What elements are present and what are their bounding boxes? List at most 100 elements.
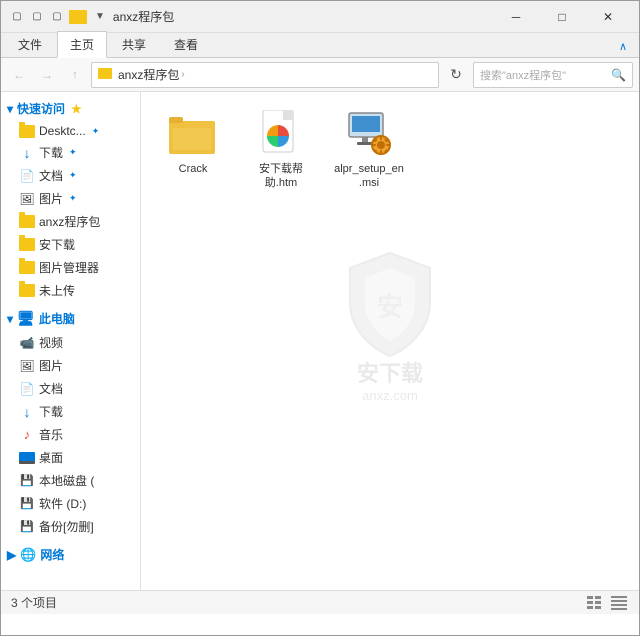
sidebar-item-label: 备份[勿删] [39, 518, 94, 535]
sidebar-item-label: 桌面 [39, 449, 63, 466]
imgmgr-folder-icon [19, 261, 35, 275]
pin-icon: ✦ [69, 147, 77, 158]
refresh-button[interactable]: ↻ [443, 62, 469, 88]
sidebar-item-imgmgr[interactable]: 图片管理器 [1, 256, 140, 279]
tab-file[interactable]: 文件 [5, 31, 55, 57]
sidebar-item-pics2[interactable]: 🖼 图片 [1, 354, 140, 377]
sidebar-item-video[interactable]: 📹 视频 [1, 331, 140, 354]
ribbon-collapse[interactable]: ∧ [611, 36, 635, 57]
sidebar-item-download1[interactable]: ↓ 下载 ✦ [1, 141, 140, 164]
address-bar[interactable]: anxz程序包 › [91, 62, 439, 88]
network-arrow: ▶ [7, 548, 16, 562]
item-count: 3 个项目 [11, 594, 57, 611]
status-bar: 3 个项目 [1, 590, 639, 614]
sidebar-item-docs2[interactable]: 📄 文档 [1, 377, 140, 400]
system-icon-1: ▢ [9, 9, 25, 25]
title-bar: ▢ ▢ ▢ ▼ anxz程序包 ─ □ ✕ [1, 1, 639, 33]
sidebar-item-label: anxz程序包 [39, 213, 100, 230]
file-area: 安 安下载 anxz.com Crack [141, 92, 639, 590]
sidebar-section-network[interactable]: ▶ 🌐 网络 [1, 542, 140, 567]
network-icon: 🌐 [20, 547, 36, 563]
file-item-crack[interactable]: Crack [153, 104, 233, 197]
sidebar-item-label: 视频 [39, 334, 63, 351]
title-dropdown-arrow: ▼ [95, 11, 105, 22]
sidebar-item-label: 文档 [39, 167, 63, 184]
sidebar-section-quick-access[interactable]: ▾ 快速访问 ★ [1, 96, 140, 121]
pin-icon: ✦ [69, 193, 77, 204]
list-view-icon[interactable] [585, 594, 605, 612]
sidebar-item-label: 下载 [39, 144, 63, 161]
diskd-icon: 💾 [19, 497, 35, 511]
htm-label: 安下载帮助.htm [245, 162, 317, 191]
pics2-icon: 🖼 [19, 359, 35, 373]
svg-text:安: 安 [377, 292, 403, 322]
picture-icon: 🖼 [19, 192, 35, 206]
search-bar[interactable]: 搜索"anxz程序包" 🔍 [473, 62, 633, 88]
notup-folder-icon [19, 284, 35, 298]
breadcrumb-sep: › [181, 69, 184, 80]
sidebar-item-docs1[interactable]: 📄 文档 ✦ [1, 164, 140, 187]
sidebar-pc-icon: 🖥 [17, 310, 35, 327]
main-area: ▾ 快速访问 ★ Desktc... ✦ ↓ 下载 ✦ 📄 文档 ✦ 🖼 图片 … [1, 92, 639, 590]
forward-button[interactable]: → [35, 63, 59, 87]
window-title: anxz程序包 [113, 8, 493, 25]
system-icon-3: ▢ [49, 9, 65, 25]
crack-folder-icon [169, 110, 217, 158]
sidebar-pc-label: 此电脑 [39, 310, 75, 327]
address-row: ← → ↑ anxz程序包 › ↻ 搜索"anxz程序包" 🔍 [1, 58, 639, 92]
document-icon: 📄 [19, 169, 35, 183]
sidebar-item-label: 本地磁盘 ( [39, 472, 94, 489]
watermark: 安 安下载 anxz.com [340, 248, 440, 403]
sidebar-item-music[interactable]: ♪ 音乐 [1, 423, 140, 446]
tab-view[interactable]: 查看 [161, 31, 211, 57]
minimize-button[interactable]: ─ [493, 1, 539, 33]
sidebar-item-localdisk[interactable]: 💾 本地磁盘 ( [1, 469, 140, 492]
msi-label: alpr_setup_en.msi [333, 162, 405, 191]
tab-home[interactable]: 主页 [57, 31, 107, 58]
sidebar-item-diskd[interactable]: 💾 软件 (D:) [1, 492, 140, 515]
quick-access-star: ★ [71, 102, 82, 116]
quick-access-arrow: ▾ [7, 102, 13, 116]
ribbon: 文件 主页 共享 查看 ∧ [1, 33, 639, 58]
file-item-msi[interactable]: alpr_setup_en.msi [329, 104, 409, 197]
watermark-shield-icon: 安 [340, 248, 440, 348]
close-button[interactable]: ✕ [585, 1, 631, 33]
network-label: 网络 [40, 546, 64, 563]
search-icon: 🔍 [611, 68, 626, 82]
details-view-icon[interactable] [609, 594, 629, 612]
sidebar-item-label: 音乐 [39, 426, 63, 443]
sidebar-item-download2[interactable]: ↓ 下载 [1, 400, 140, 423]
back-button[interactable]: ← [7, 63, 31, 87]
sidebar-item-backup[interactable]: 💾 备份[勿删] [1, 515, 140, 538]
search-placeholder: 搜索"anxz程序包" [480, 67, 566, 83]
sidebar-item-label: 图片 [39, 357, 63, 374]
download-icon: ↓ [19, 146, 35, 160]
download2-icon: ↓ [19, 405, 35, 419]
view-mode-icons [585, 594, 629, 612]
sidebar-item-desktop[interactable]: Desktc... ✦ [1, 121, 140, 141]
maximize-button[interactable]: □ [539, 1, 585, 33]
up-button[interactable]: ↑ [63, 63, 87, 87]
sidebar-item-desktopc[interactable]: 桌面 [1, 446, 140, 469]
sidebar: ▾ 快速访问 ★ Desktc... ✦ ↓ 下载 ✦ 📄 文档 ✦ 🖼 图片 … [1, 92, 141, 590]
sidebar-item-notup[interactable]: 未上传 [1, 279, 140, 302]
sidebar-item-pics1[interactable]: 🖼 图片 ✦ [1, 187, 140, 210]
title-bar-system-icons: ▢ ▢ ▢ ▼ [9, 9, 105, 25]
htm-icon [257, 110, 305, 158]
sidebar-section-thispc[interactable]: ▾ 🖥 此电脑 [1, 306, 140, 331]
window-controls: ─ □ ✕ [493, 1, 631, 33]
sidebar-item-anzxia[interactable]: 安下载 [1, 233, 140, 256]
localdisk-icon: 💾 [19, 474, 35, 488]
sidebar-item-label: 图片管理器 [39, 259, 99, 276]
title-folder-icon [69, 10, 87, 24]
sidebar-item-anxz[interactable]: anxz程序包 [1, 210, 140, 233]
breadcrumb-folder-icon [98, 68, 112, 82]
file-item-htm[interactable]: 安下载帮助.htm [241, 104, 321, 197]
watermark-text: 安下载 [340, 356, 440, 388]
backup-icon: 💾 [19, 520, 35, 534]
pin-icon: ✦ [69, 170, 77, 181]
tab-share[interactable]: 共享 [109, 31, 159, 57]
music-icon: ♪ [19, 428, 35, 442]
desktop-folder-icon [19, 124, 35, 138]
watermark-url: anxz.com [340, 388, 440, 403]
